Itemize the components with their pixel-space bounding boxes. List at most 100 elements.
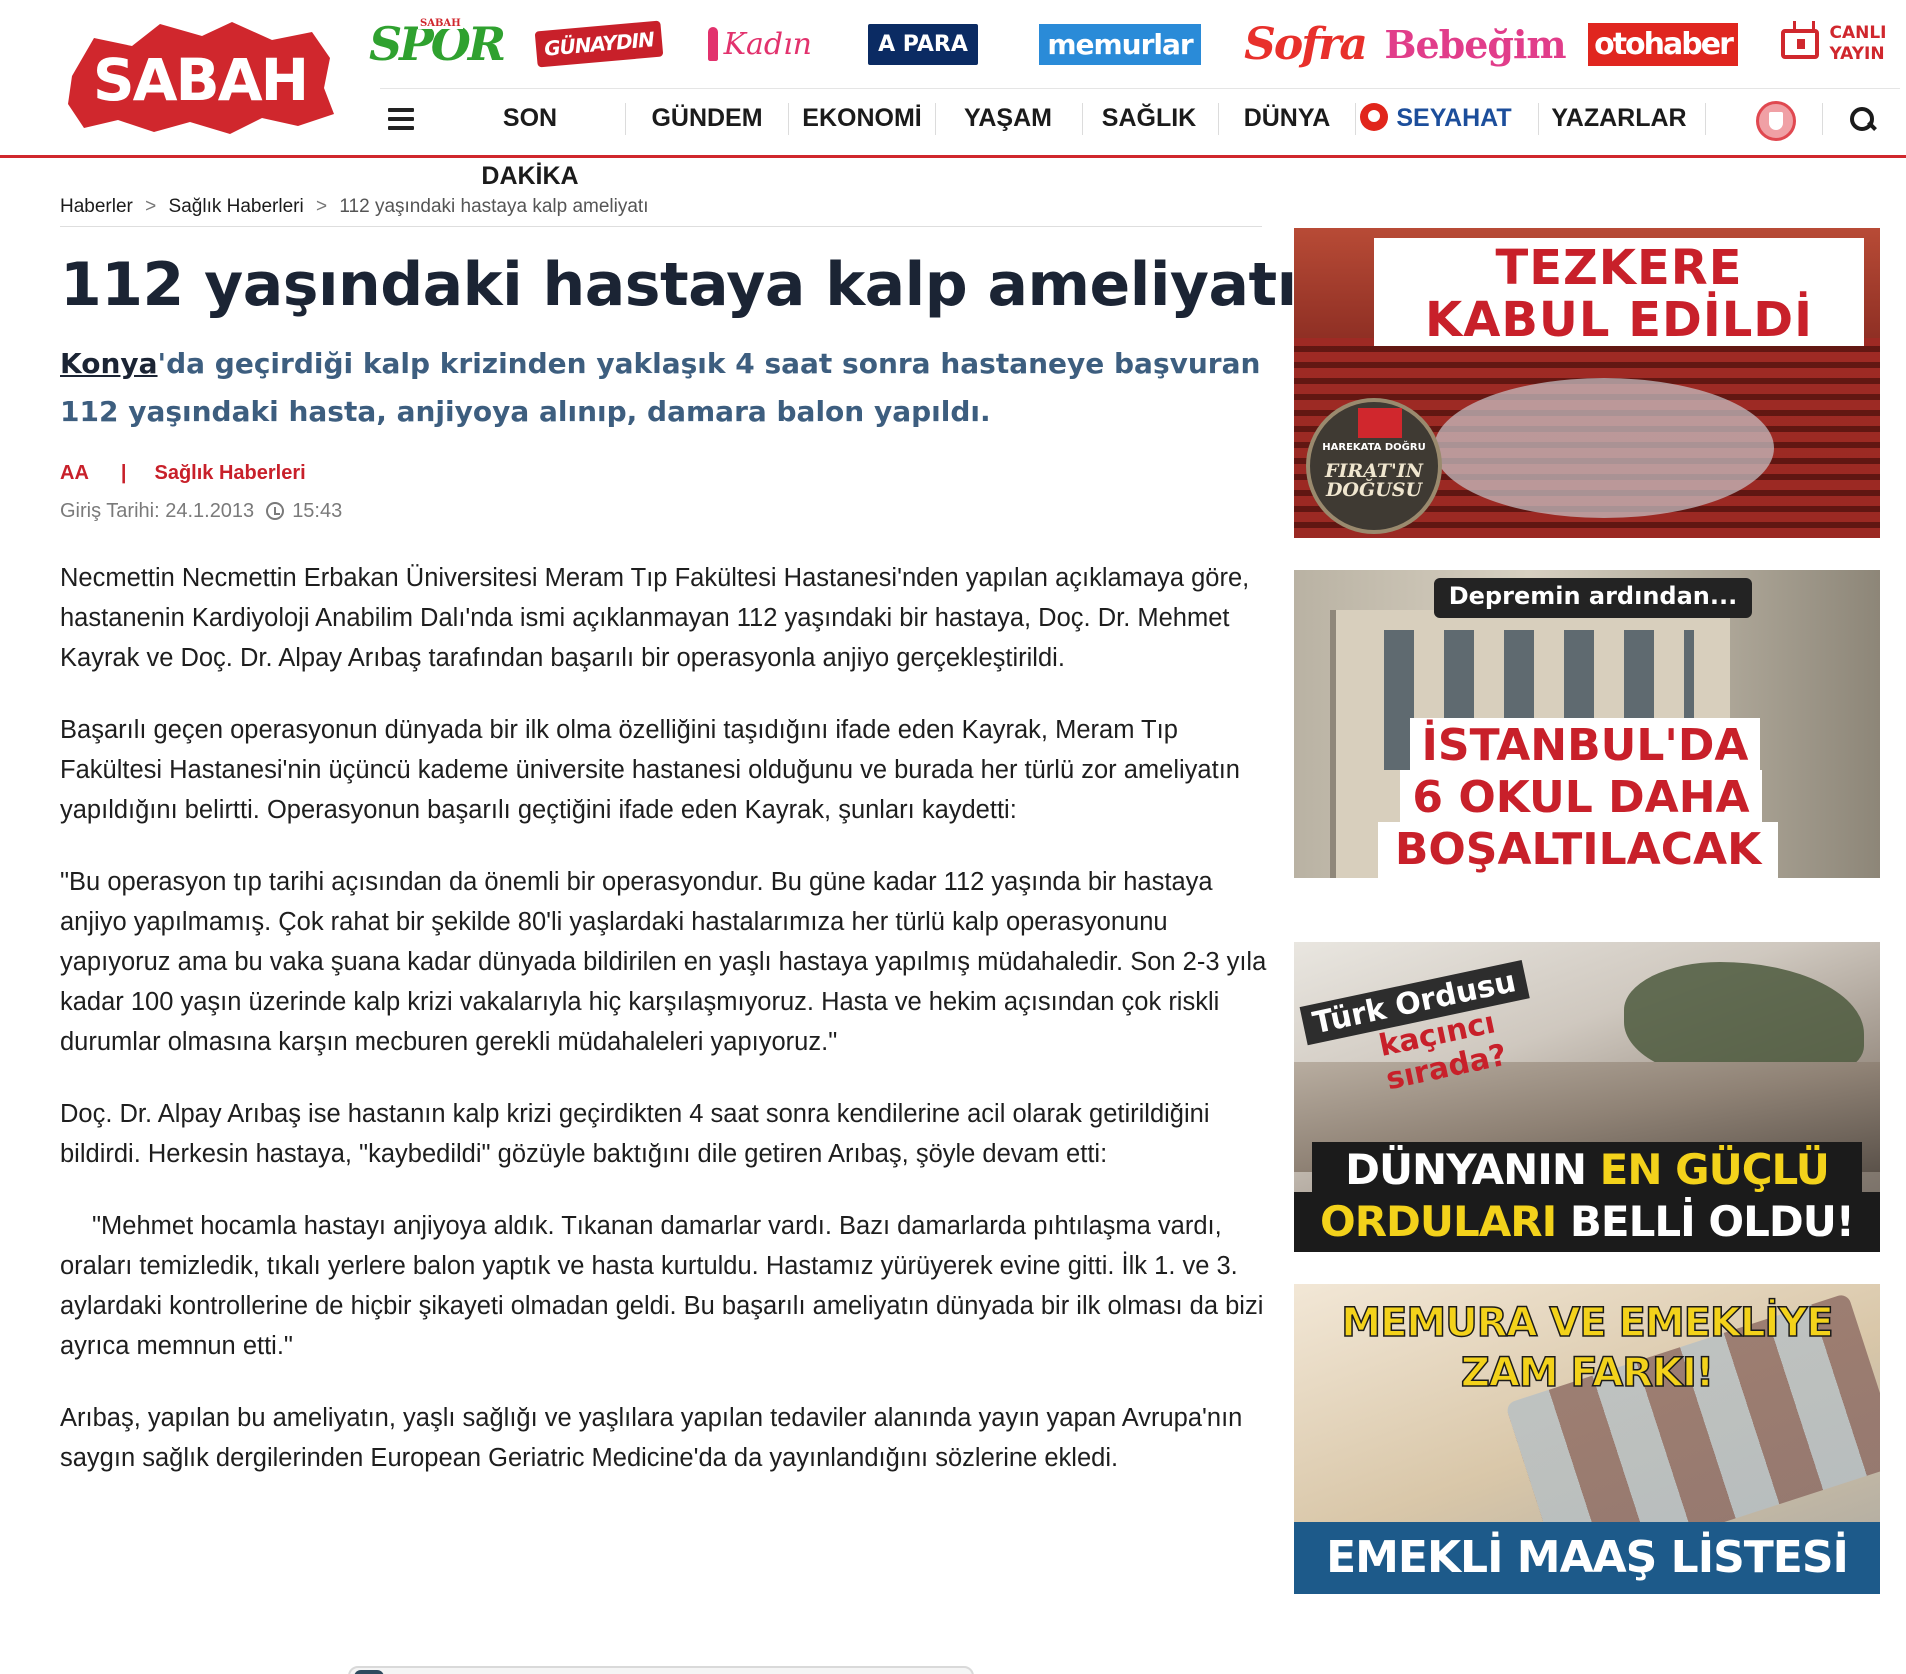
- brand-spor-sub: SABAH: [418, 18, 463, 29]
- source-separator: |: [120, 462, 127, 484]
- ad4-line1: MEMURA VE EMEKLİYE: [1341, 1299, 1835, 1347]
- article-paragraph: Necmettin Necmettin Erbakan Üniversitesi…: [60, 564, 1250, 672]
- brand-bebegim-label: Bebeğim: [1384, 21, 1566, 67]
- article-paragraph: Başarılı geçen operasyonun dünyada bir i…: [60, 716, 1240, 824]
- menu-icon[interactable]: [388, 108, 414, 130]
- ad2-line1: İSTANBUL'DA: [1421, 720, 1749, 771]
- main-nav: SON DAKİKA GÜNDEM EKONOMİ YAŞAM SAĞLIK D…: [380, 88, 1900, 190]
- ad-tezkere[interactable]: TEZKERE KABUL EDİLDİ HAREKATA DOĞRU FIRA…: [1294, 228, 1880, 538]
- source-category[interactable]: Sağlık Haberleri: [155, 462, 306, 484]
- nav-divider: [788, 103, 789, 135]
- nav-son-dakika[interactable]: SON DAKİKA: [458, 89, 602, 190]
- brand-apara[interactable]: A PARA: [860, 10, 986, 78]
- ad-okul[interactable]: Depremin ardından... İSTANBUL'DA 6 OKUL …: [1294, 570, 1880, 878]
- publish-date: Giriş Tarihi: 24.1.2013: [60, 500, 255, 522]
- article-lead: Konya'da geçirdiği kalp krizinden yaklaş…: [60, 340, 1270, 436]
- nav-divider: [1538, 103, 1539, 135]
- clock-icon: [266, 502, 285, 520]
- nav-gundem[interactable]: GÜNDEM: [648, 89, 766, 147]
- ad4-line3: EMEKLİ MAAŞ LİSTESİ: [1326, 1532, 1849, 1583]
- brand-gunaydin[interactable]: GÜNAYDIN: [534, 10, 664, 78]
- bottom-media-bar[interactable]: [348, 1666, 974, 1674]
- brand-memurlar-label: memurlar: [1039, 23, 1201, 65]
- nav-divider: [1218, 103, 1219, 135]
- article-paragraph: Arıbaş, yapılan bu ameliyatın, yaşlı sağ…: [60, 1404, 1243, 1472]
- ad3-headline1: DÜNYANIN EN GÜÇLÜ: [1312, 1145, 1862, 1194]
- ad2-line2: 6 OKUL DAHA: [1412, 772, 1750, 823]
- live-label-line2: YAYIN: [1829, 44, 1885, 64]
- brand-kadin-label: Kadın: [723, 26, 812, 62]
- ad4-line2: ZAM FARKI!: [1460, 1349, 1715, 1397]
- brand-memurlar[interactable]: memurlar: [1039, 10, 1201, 78]
- nav-saglik[interactable]: SAĞLIK: [1094, 89, 1204, 147]
- fenerbahce-icon[interactable]: [1756, 101, 1796, 141]
- thy-icon: [1360, 103, 1389, 131]
- nav-divider: [1705, 103, 1706, 135]
- tv-icon: [1781, 29, 1820, 59]
- kadin-icon: [708, 27, 718, 61]
- breadcrumb: Haberler > Sağlık Haberleri > 112 yaşınd…: [60, 196, 649, 218]
- ad-emekli[interactable]: MEMURA VE EMEKLİYE ZAM FARKI! EMEKLİ MAA…: [1294, 1284, 1880, 1594]
- ad3-headline2: ORDULARI BELLİ OLDU!: [1294, 1197, 1880, 1246]
- brand-otohaber-label: otohaber: [1588, 22, 1738, 66]
- sabah-logo-mark: SABAH: [68, 22, 334, 134]
- ad1-line1: TEZKERE: [1495, 240, 1743, 296]
- nav-yazarlar[interactable]: YAZARLAR: [1544, 89, 1694, 147]
- nav-divider: [935, 103, 936, 135]
- nav-seyahat-label: SEYAHAT: [1396, 104, 1512, 132]
- ad2-top: Depremin ardından...: [1448, 582, 1738, 610]
- nav-divider: [1082, 103, 1083, 135]
- nav-divider: [1822, 103, 1823, 135]
- nav-yasam[interactable]: YAŞAM: [948, 89, 1068, 147]
- nav-divider: [625, 103, 626, 135]
- ad2-line3: BOŞALTILACAK: [1394, 824, 1762, 875]
- badge-top: HAREKATA DOĞRU: [1322, 442, 1426, 453]
- live-broadcast-link[interactable]: CANLI YAYIN: [1778, 10, 1890, 78]
- brand-gunaydin-label: GÜNAYDIN: [534, 20, 664, 68]
- brand-spor[interactable]: SABAH SPOR: [369, 10, 506, 78]
- breadcrumb-saglik[interactable]: Sağlık Haberleri: [169, 196, 304, 217]
- nav-seyahat[interactable]: SEYAHAT: [1346, 89, 1526, 147]
- parliament-floor: [1434, 378, 1774, 518]
- brand-otohaber[interactable]: otohaber: [1588, 10, 1738, 78]
- ad3-h2b: BELLİ OLDU!: [1569, 1197, 1855, 1246]
- ad3-h1a: DÜNYANIN: [1345, 1145, 1587, 1194]
- article-date: Giriş Tarihi: 24.1.2013 15:43: [60, 500, 342, 523]
- brand-sofra[interactable]: Sofra: [1244, 10, 1368, 78]
- sabah-logo-text: SABAH: [93, 46, 307, 114]
- source-agency[interactable]: AA: [60, 462, 89, 484]
- breadcrumb-current: 112 yaşındaki hastaya kalp ameliyatı: [339, 196, 649, 217]
- publish-time: 15:43: [292, 500, 343, 522]
- badge-main: FIRAT'IN DOĞUSU: [1324, 460, 1424, 501]
- article-source: AA | Sağlık Haberleri: [60, 462, 306, 485]
- brand-sofra-label: Sofra: [1244, 18, 1368, 70]
- breadcrumb-divider: [60, 226, 1262, 227]
- ad3-h1b: EN GÜÇLÜ: [1599, 1145, 1830, 1194]
- breadcrumb-separator: >: [316, 196, 328, 217]
- brand-bebegim[interactable]: Bebeğim: [1384, 10, 1566, 78]
- article-paragraph: Doç. Dr. Alpay Arıbaş ise hastanın kalp …: [60, 1100, 1210, 1168]
- firat-badge: HAREKATA DOĞRU FIRAT'IN DOĞUSU: [1306, 398, 1442, 534]
- sabah-logo[interactable]: SABAH: [62, 18, 338, 138]
- brand-bar: SABAH SPOR GÜNAYDIN Kadın A PARA memurla…: [369, 10, 1890, 78]
- breadcrumb-haberler[interactable]: Haberler: [60, 196, 133, 217]
- article-title: 112 yaşındaki hastaya kalp ameliyatı: [60, 250, 1297, 320]
- live-label-line1: CANLI: [1829, 23, 1887, 43]
- ad3-h2a: ORDULARI: [1320, 1197, 1557, 1246]
- breadcrumb-separator: >: [145, 196, 157, 217]
- lead-text: 'da geçirdiği kalp krizinden yaklaşık 4 …: [60, 347, 1261, 428]
- turkish-flag-icon: [1358, 408, 1402, 438]
- brand-apara-label: A PARA: [868, 23, 978, 65]
- nav-dunya[interactable]: DÜNYA: [1228, 89, 1346, 147]
- nav-ekonomi[interactable]: EKONOMİ: [800, 89, 924, 147]
- live-label: CANLI YAYIN: [1829, 23, 1886, 65]
- ad1-line2: KABUL EDİLDİ: [1425, 292, 1813, 348]
- search-icon[interactable]: [1848, 105, 1876, 133]
- article-paragraph: "Mehmet hocamla hastayı anjiyoya aldık. …: [60, 1212, 1264, 1360]
- brand-kadin[interactable]: Kadın: [708, 10, 812, 78]
- article-body: Necmettin Necmettin Erbakan Üniversitesi…: [60, 558, 1270, 1510]
- site-header: SABAH SABAH SPOR GÜNAYDIN Kadın A PARA m…: [0, 0, 1906, 190]
- article-paragraph: "Bu operasyon tıp tarihi açısından da ön…: [60, 868, 1267, 1056]
- ad-ordu[interactable]: Türk Ordusu kaçıncı sırada? DÜNYANIN EN …: [1294, 942, 1880, 1252]
- lead-location-link[interactable]: Konya: [60, 347, 158, 380]
